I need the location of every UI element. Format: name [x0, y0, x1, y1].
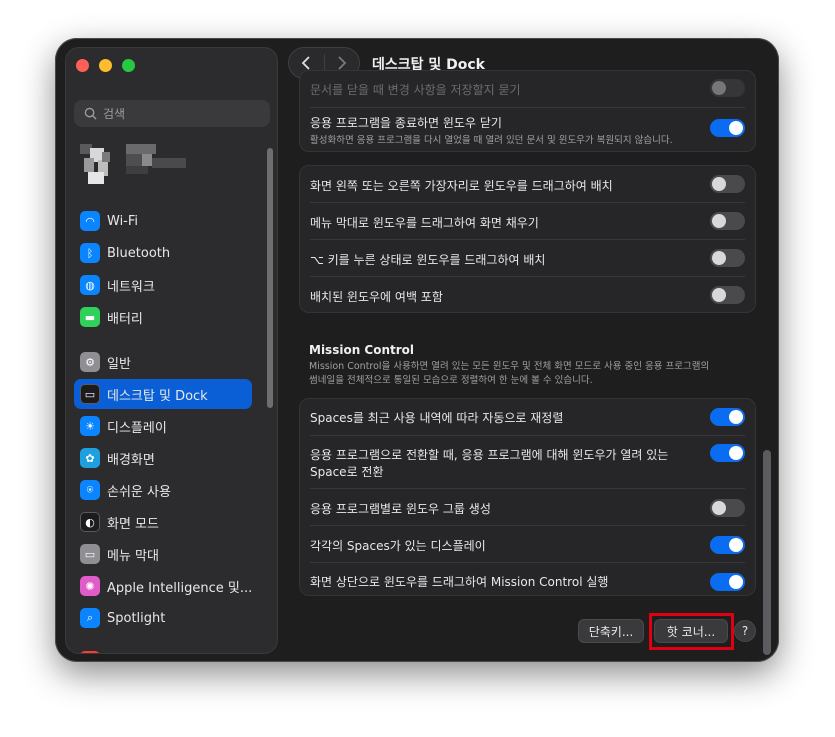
close-windows-toggle[interactable]: [710, 119, 745, 137]
ask-save-toggle[interactable]: [710, 79, 745, 97]
sidebar-item-label: 알림: [107, 652, 131, 654]
sidebar-item-label: Wi-Fi: [107, 213, 139, 229]
apple-intelligence-icon: ✺: [80, 576, 100, 596]
sidebar-item-bluetooth[interactable]: ᛒ Bluetooth: [74, 238, 252, 268]
sun-icon: ☀: [80, 416, 100, 436]
tiling-menubar-toggle[interactable]: [710, 212, 745, 230]
tiling-option-toggle[interactable]: [710, 249, 745, 267]
mc-rearrange-toggle[interactable]: [710, 408, 745, 426]
tiling-edge-toggle[interactable]: [710, 175, 745, 193]
sidebar-item-label: 일반: [107, 356, 131, 372]
mc-rearrange-label: Spaces를 최근 사용 내역에 따라 자동으로 재정렬: [310, 411, 564, 425]
tiling-margins-toggle[interactable]: [710, 286, 745, 304]
close-windows-label: 응용 프로그램을 종료하면 윈도우 닫기: [310, 116, 502, 130]
tiling-edge-label: 화면 왼쪽 또는 오른쪽 가장자리로 윈도우를 드래그하여 배치: [310, 179, 613, 193]
close-window-button[interactable]: [76, 59, 89, 72]
ask-save-label: 문서를 닫을 때 변경 사항을 저장할지 묻기: [310, 83, 521, 97]
sidebar-item-spotlight[interactable]: ⌕ Spotlight: [74, 603, 252, 633]
accessibility-icon: ⍟: [80, 480, 100, 500]
sidebar-item-dock[interactable]: ▭ 데스크탑 및 Dock: [74, 379, 252, 409]
mc-switch-space-label: 응용 프로그램으로 전환할 때, 응용 프로그램에 대해 윈도우가 열려 있는: [310, 448, 669, 462]
dock-icon: ▭: [80, 384, 100, 404]
gear-icon: ⚙: [80, 352, 100, 372]
close-windows-desc: 활성화하면 응용 프로그램을 다시 열었을 때 열려 있던 문서 및 윈도우가 …: [310, 135, 673, 146]
bell-icon: ●: [80, 651, 100, 653]
sidebar-item-label: 배경화면: [107, 452, 155, 468]
sidebar-item-label: Bluetooth: [107, 245, 171, 261]
account-avatar-blurred[interactable]: [80, 144, 190, 188]
sidebar-item-label: 화면 모드: [107, 516, 159, 532]
sidebar-item-label: 메뉴 막대: [107, 548, 159, 564]
search-icon: [84, 107, 97, 120]
sidebar-item-bell[interactable]: ● 알림: [74, 646, 252, 654]
tiling-margins-label: 배치된 윈도우에 여백 포함: [310, 290, 443, 304]
bluetooth-icon: ᛒ: [80, 243, 100, 263]
appearance-icon: ◐: [80, 512, 100, 532]
mission-control-section: Spaces를 최근 사용 내역에 따라 자동으로 재정렬 응용 프로그램으로 …: [299, 398, 756, 596]
mc-switch-space-label-2: Space로 전환: [310, 465, 384, 479]
sidebar-item-flower[interactable]: ✿ 배경화면: [74, 443, 252, 473]
tiling-menubar-label: 메뉴 막대로 윈도우를 드래그하여 화면 채우기: [310, 216, 539, 230]
search-input[interactable]: [103, 106, 263, 121]
mc-drag-top-label: 화면 상단으로 윈도우를 드래그하여 Mission Control 실행: [310, 575, 609, 589]
mission-control-desc: Mission Control을 사용하면 열려 있는 모든 윈도우 및 전체 …: [309, 361, 710, 386]
mc-displays-spaces-label: 각각의 Spaces가 있는 디스플레이: [310, 539, 486, 553]
mc-group-label: 응용 프로그램별로 윈도우 그룹 생성: [310, 502, 491, 516]
main-pane: 데스크탑 및 Dock 문서를 닫을 때 변경 사항을 저장할지 묻기 응용 프…: [288, 38, 779, 662]
sidebar-item-gear[interactable]: ⚙ 일반: [74, 347, 252, 377]
chevron-right-icon: [338, 56, 346, 70]
tiling-option-label: ⌥ 키를 누른 상태로 윈도우를 드래그하여 배치: [310, 253, 546, 267]
shortcuts-button[interactable]: 단축키...: [578, 619, 644, 643]
sidebar-item-globe[interactable]: ◍ 네트워크: [74, 270, 252, 300]
sidebar-item-label: 데스크탑 및 Dock: [107, 388, 208, 404]
windows-section: 문서를 닫을 때 변경 사항을 저장할지 묻기 응용 프로그램을 종료하면 윈도…: [299, 70, 756, 152]
menubar-icon: ▭: [80, 544, 100, 564]
sidebar-item-label: 손쉬운 사용: [107, 484, 171, 500]
battery-icon: ▬: [80, 307, 100, 327]
mc-switch-space-toggle[interactable]: [710, 444, 745, 462]
mission-control-title: Mission Control: [309, 343, 415, 357]
sidebar-item-battery[interactable]: ▬ 배터리: [74, 302, 252, 332]
sidebar-item-label: 디스플레이: [107, 420, 167, 436]
sidebar-item-label: Apple Intelligence 및...: [107, 580, 253, 596]
hot-corners-highlight-box: [649, 613, 734, 650]
sidebar-item-accessibility[interactable]: ⍟ 손쉬운 사용: [74, 475, 252, 505]
globe-icon: ◍: [80, 275, 100, 295]
sidebar-item-menubar[interactable]: ▭ 메뉴 막대: [74, 539, 252, 569]
mc-drag-top-toggle[interactable]: [710, 573, 745, 591]
mc-displays-spaces-toggle[interactable]: [710, 536, 745, 554]
flower-icon: ✿: [80, 448, 100, 468]
tiling-section: 화면 왼쪽 또는 오른쪽 가장자리로 윈도우를 드래그하여 배치 메뉴 막대로 …: [299, 165, 756, 313]
chevron-left-icon: [301, 56, 310, 70]
zoom-window-button[interactable]: [122, 59, 135, 72]
sidebar: ◠ Wi-Fi ᛒ Bluetooth ◍ 네트워크 ▬ 배터리 ⚙ 일반 ▭ 데스크탑 및 Dock…: [65, 47, 278, 654]
spotlight-icon: ⌕: [80, 608, 100, 628]
sidebar-item-label: 네트워크: [107, 279, 155, 295]
wifi-icon: ◠: [80, 211, 100, 231]
sidebar-item-sun[interactable]: ☀ 디스플레이: [74, 411, 252, 441]
sidebar-item-apple-intelligence[interactable]: ✺ Apple Intelligence 및...: [74, 571, 252, 601]
minimize-window-button[interactable]: [99, 59, 112, 72]
help-button[interactable]: ?: [734, 620, 756, 642]
settings-window: ◠ Wi-Fi ᛒ Bluetooth ◍ 네트워크 ▬ 배터리 ⚙ 일반 ▭ 데스크탑 및 Dock…: [55, 38, 779, 662]
search-field[interactable]: [74, 100, 270, 127]
sidebar-item-wifi[interactable]: ◠ Wi-Fi: [74, 206, 252, 236]
main-scrollbar[interactable]: [763, 450, 771, 655]
sidebar-item-appearance[interactable]: ◐ 화면 모드: [74, 507, 252, 537]
mc-group-toggle[interactable]: [710, 499, 745, 517]
sidebar-item-label: 배터리: [107, 311, 143, 327]
sidebar-scrollbar[interactable]: [267, 148, 273, 408]
sidebar-item-label: Spotlight: [107, 610, 166, 626]
